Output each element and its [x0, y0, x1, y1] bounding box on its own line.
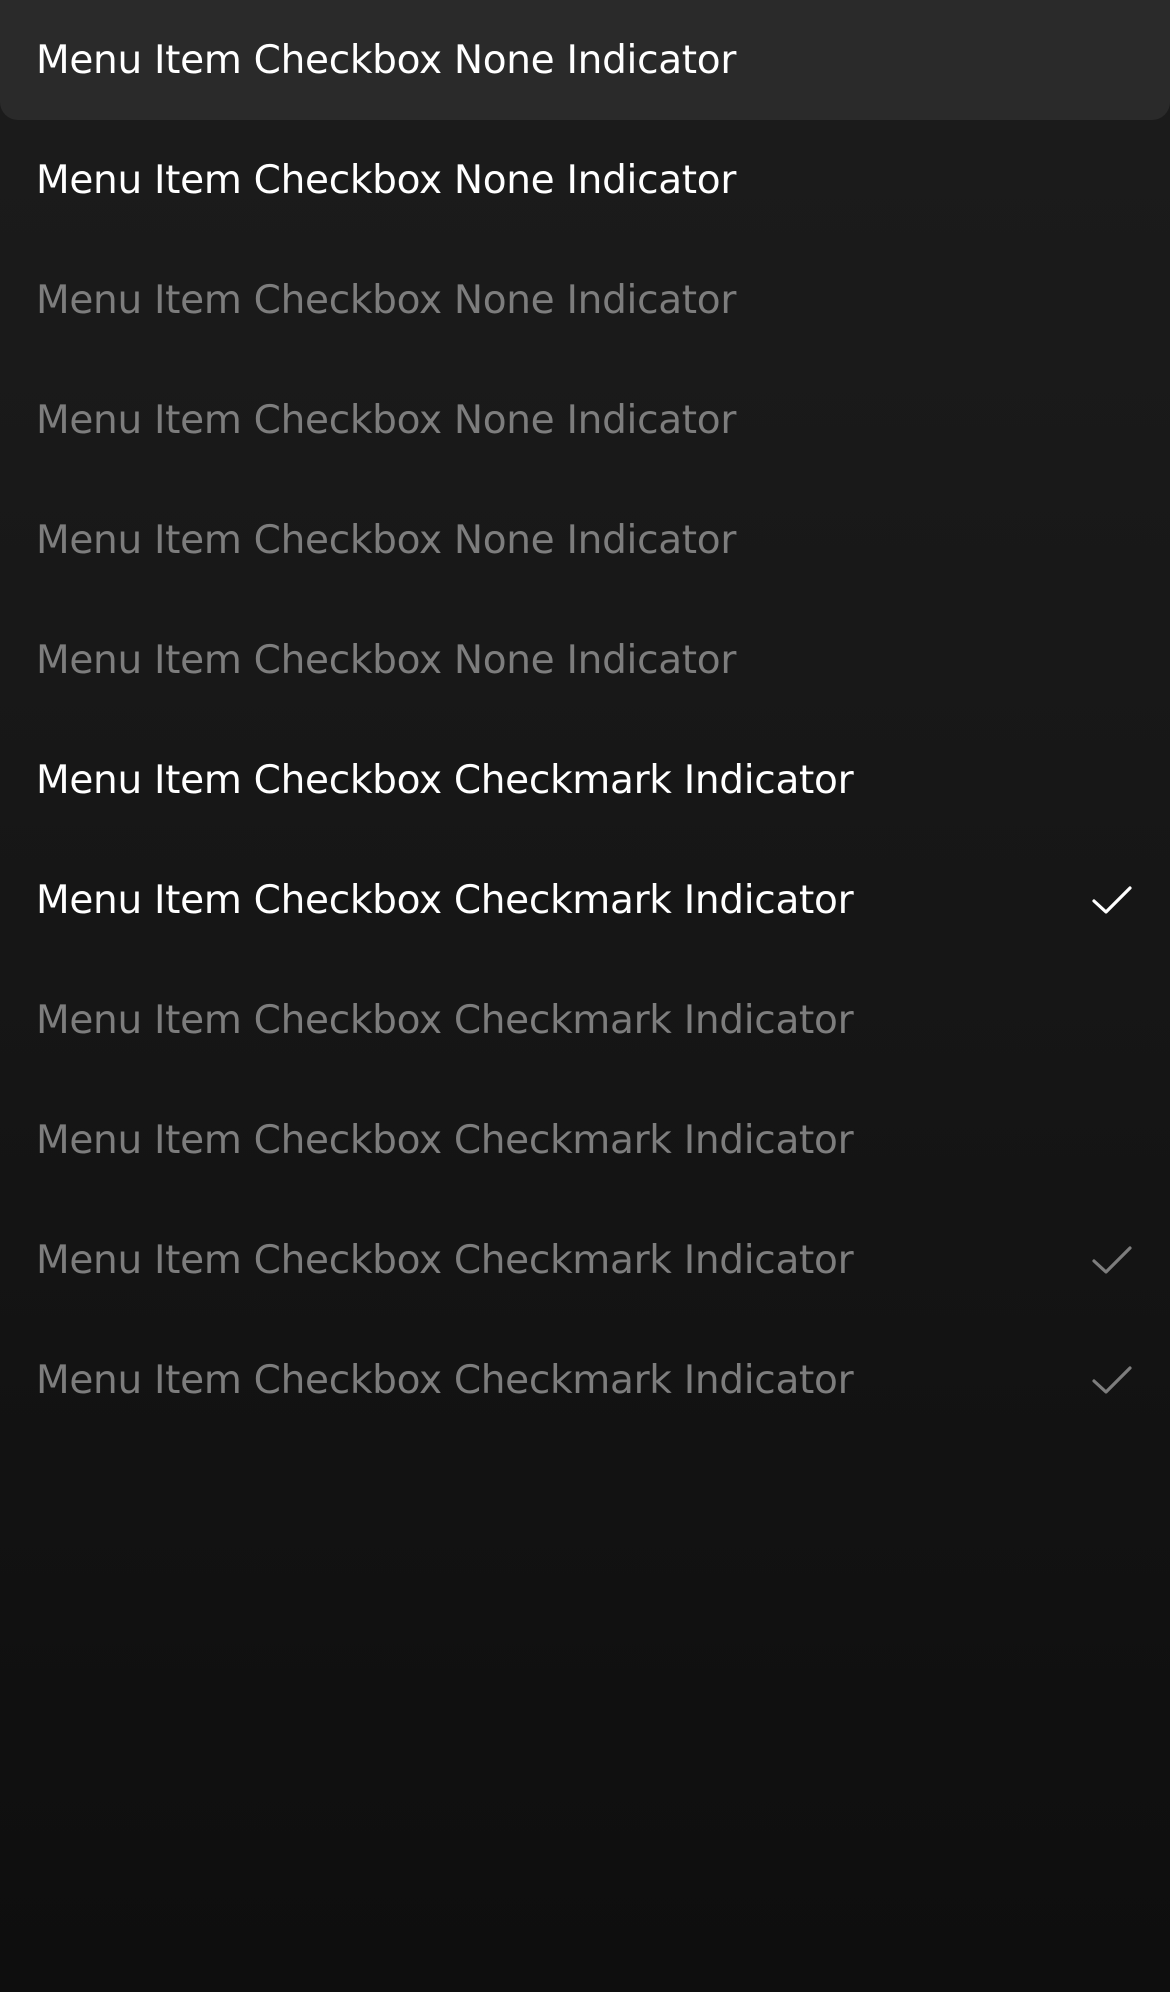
menu-item-label: Menu Item Checkbox None Indicator: [36, 397, 737, 443]
menu-item-label: Menu Item Checkbox None Indicator: [36, 637, 737, 683]
menu-item-checkbox[interactable]: Menu Item Checkbox None Indicator: [0, 0, 1170, 120]
menu-item-checkbox[interactable]: Menu Item Checkbox Checkmark Indicator: [0, 1320, 1170, 1440]
checkmark-icon: [1092, 1366, 1132, 1394]
menu-item-label: Menu Item Checkbox Checkmark Indicator: [36, 997, 854, 1043]
menu-item-label: Menu Item Checkbox None Indicator: [36, 37, 737, 83]
menu-item-checkbox[interactable]: Menu Item Checkbox Checkmark Indicator: [0, 1080, 1170, 1200]
menu-item-checkbox[interactable]: Menu Item Checkbox Checkmark Indicator: [0, 720, 1170, 840]
menu-item-checkbox[interactable]: Menu Item Checkbox Checkmark Indicator: [0, 960, 1170, 1080]
checkmark-icon: [1092, 886, 1132, 914]
menu-item-checkbox[interactable]: Menu Item Checkbox None Indicator: [0, 480, 1170, 600]
checkbox-menu: Menu Item Checkbox None Indicator Menu I…: [0, 0, 1170, 1440]
menu-item-label: Menu Item Checkbox Checkmark Indicator: [36, 877, 854, 923]
menu-item-label: Menu Item Checkbox Checkmark Indicator: [36, 1237, 854, 1283]
menu-item-checkbox[interactable]: Menu Item Checkbox None Indicator: [0, 120, 1170, 240]
menu-item-checkbox[interactable]: Menu Item Checkbox None Indicator: [0, 240, 1170, 360]
menu-item-label: Menu Item Checkbox None Indicator: [36, 157, 737, 203]
menu-item-checkbox[interactable]: Menu Item Checkbox None Indicator: [0, 600, 1170, 720]
menu-item-label: Menu Item Checkbox None Indicator: [36, 517, 737, 563]
menu-item-label: Menu Item Checkbox Checkmark Indicator: [36, 1117, 854, 1163]
menu-item-label: Menu Item Checkbox None Indicator: [36, 277, 737, 323]
menu-item-checkbox[interactable]: Menu Item Checkbox None Indicator: [0, 360, 1170, 480]
menu-item-label: Menu Item Checkbox Checkmark Indicator: [36, 1357, 854, 1403]
menu-item-checkbox[interactable]: Menu Item Checkbox Checkmark Indicator: [0, 840, 1170, 960]
menu-item-checkbox[interactable]: Menu Item Checkbox Checkmark Indicator: [0, 1200, 1170, 1320]
menu-item-label: Menu Item Checkbox Checkmark Indicator: [36, 757, 854, 803]
checkmark-icon: [1092, 1246, 1132, 1274]
